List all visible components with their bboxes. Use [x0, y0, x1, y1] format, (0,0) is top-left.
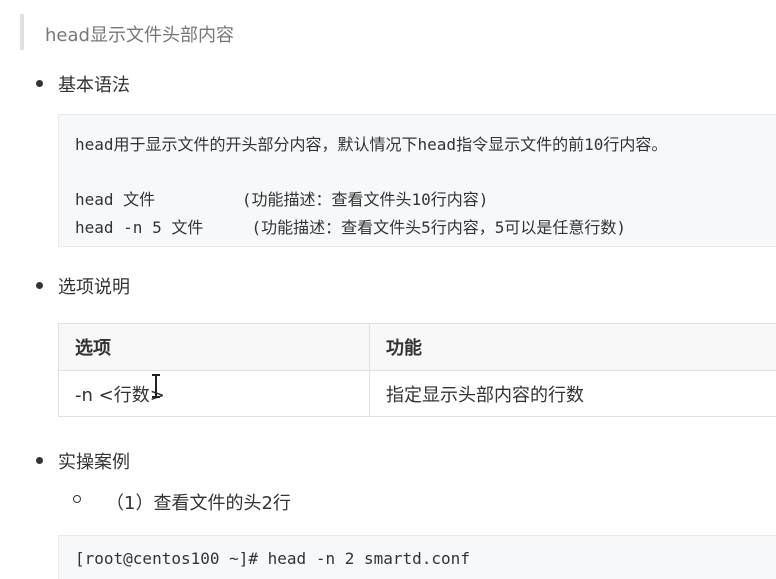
- code-line: head -n 5 文件 (功能描述：查看文件头5行内容，5可以是任意行数): [75, 218, 627, 237]
- bullet-label: 选项说明: [58, 277, 130, 298]
- bullet-dot-icon: [36, 282, 43, 289]
- options-table: 选项 功能 -n <行数> 指定显示头部内容的行数: [58, 323, 776, 417]
- example-code-block: [root@centos100 ~]# head -n 2 smartd.con…: [58, 535, 776, 579]
- bullet-dot-icon: [36, 80, 43, 87]
- document-page: head显示文件头部内容 基本语法 head用于显示文件的开头部分内容，默认情况…: [0, 0, 776, 579]
- table-cell: 指定显示头部内容的行数: [369, 370, 776, 417]
- text-cursor-icon: [152, 374, 160, 398]
- table-row: -n <行数> 指定显示头部内容的行数: [58, 370, 776, 417]
- table-header-cell: 选项: [58, 323, 370, 371]
- table-header-cell: 功能: [369, 323, 776, 371]
- table-header-row: 选项 功能: [58, 323, 776, 371]
- code-line: [root@centos100 ~]# head -n 2 smartd.con…: [75, 549, 470, 568]
- code-line: head用于显示文件的开头部分内容，默认情况下head指令显示文件的前10行内容…: [75, 135, 668, 154]
- sub-bullet-label: （1）查看文件的头2行: [106, 493, 291, 514]
- bullet-dot-icon: [36, 457, 43, 464]
- bullet-label: 实操案例: [58, 452, 130, 473]
- section-heading: head显示文件头部内容: [45, 25, 234, 46]
- section-heading-quote: head显示文件头部内容: [20, 14, 776, 50]
- circle-bullet-icon: [73, 495, 81, 503]
- syntax-code-block: head用于显示文件的开头部分内容，默认情况下head指令显示文件的前10行内容…: [58, 114, 776, 247]
- bullet-label: 基本语法: [58, 75, 130, 96]
- table-cell: -n <行数>: [58, 370, 370, 417]
- code-line: head 文件 (功能描述：查看文件头10行内容): [75, 190, 489, 209]
